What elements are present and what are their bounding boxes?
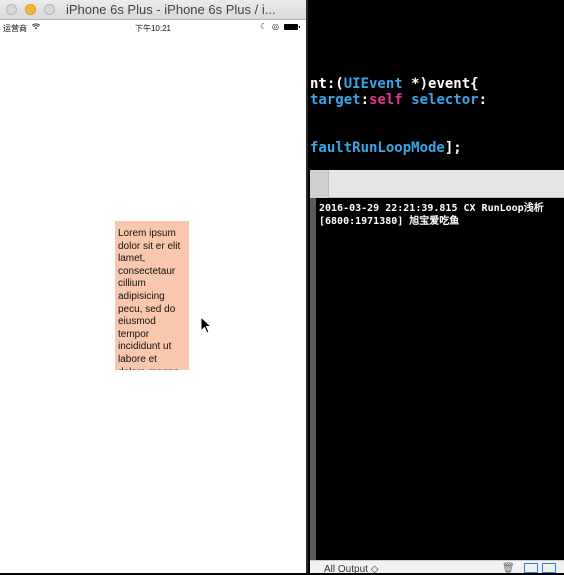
ios-status-bar: 运营商 下午10:21 ☾ ◎: [0, 20, 306, 34]
zoom-window-button[interactable]: [44, 4, 55, 15]
code-line: target:self selector:: [310, 92, 488, 108]
split-left-icon[interactable]: [524, 563, 538, 573]
output-filter-select[interactable]: All Output ◇: [324, 564, 378, 575]
close-window-button[interactable]: [6, 4, 17, 15]
do-not-disturb-icon: ☾: [260, 22, 268, 31]
minimize-window-button[interactable]: [25, 4, 36, 15]
code-editor[interactable]: nt:(UIEvent *)event{ target:self selecto…: [310, 0, 564, 170]
code-line: faultRunLoopMode];: [310, 140, 462, 156]
console-log-text: 2016-03-29 22:21:39.815 CX RunLoop浅析[680…: [319, 203, 544, 227]
battery-icon: [284, 24, 300, 30]
console-output-area[interactable]: 2016-03-29 22:21:39.815 CX RunLoop浅析[680…: [310, 198, 564, 560]
code-line: nt:(UIEvent *)event{: [310, 76, 479, 92]
simulator-window: iPhone 6s Plus - iPhone 6s Plus / i... 运…: [0, 0, 308, 573]
lorem-text: Lorem ipsum dolor sit er elit lamet, con…: [118, 228, 181, 370]
debug-toolbar: [310, 170, 564, 198]
alarm-icon: ◎: [272, 22, 279, 31]
console-divider[interactable]: [310, 198, 316, 560]
mouse-cursor-icon: [200, 316, 212, 334]
debug-bar-handle[interactable]: [310, 170, 329, 198]
simulator-titlebar[interactable]: iPhone 6s Plus - iPhone 6s Plus / i...: [0, 0, 306, 20]
window-title: iPhone 6s Plus - iPhone 6s Plus / i...: [66, 2, 276, 17]
lorem-text-label: Lorem ipsum dolor sit er elit lamet, con…: [115, 221, 189, 370]
console-footer-bar: All Output ◇ 🗑: [310, 560, 564, 575]
split-right-icon[interactable]: [542, 563, 556, 573]
trash-icon[interactable]: 🗑: [502, 563, 515, 574]
